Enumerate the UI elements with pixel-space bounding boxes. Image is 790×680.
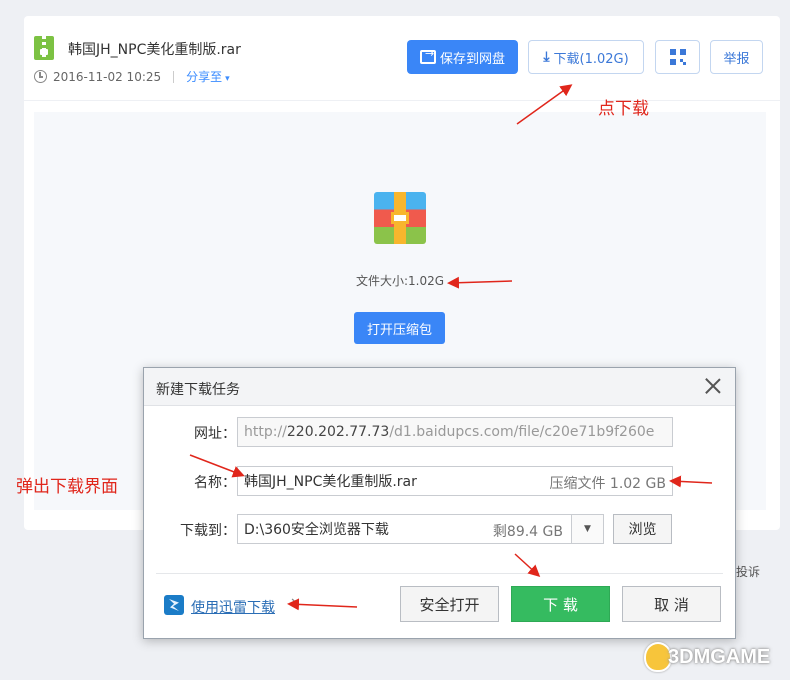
chevron-down-icon: ▾	[225, 74, 230, 84]
url-field[interactable]: http://220.202.77.73/d1.baidupcs.com/fil…	[237, 417, 673, 447]
file-date: 2016-11-02 10:25	[53, 69, 162, 84]
filename-value: 韩国JH_NPC美化重制版.rar	[244, 474, 417, 490]
download-button-label: 下载(1.02G)	[553, 51, 629, 67]
share-dropdown[interactable]: 分享至 ▾	[186, 68, 230, 85]
qrcode-icon	[669, 49, 686, 65]
dialog-download-button[interactable]: 下 载	[511, 586, 610, 622]
download-button[interactable]: ⤓ 下载(1.02G)	[528, 40, 644, 74]
file-name: 韩国JH_NPC美化重制版.rar	[68, 42, 241, 58]
url-host: 220.202.77.73	[286, 424, 390, 440]
url-path: /d1.baidupcs.com/file/c20e71b9f260e	[389, 424, 655, 440]
use-xunlei-link[interactable]: 使用迅雷下载	[191, 597, 275, 617]
name-label: 名称：	[194, 475, 236, 491]
chevron-down-icon[interactable]: ▼	[571, 515, 603, 543]
dialog-titlebar: 新建下载任务	[144, 368, 735, 406]
clock-icon	[34, 70, 47, 83]
url-label: 网址：	[194, 426, 236, 442]
dismiss-xunlei-icon[interactable]: ✕	[290, 596, 301, 611]
archive-file-icon	[374, 192, 426, 244]
save-icon	[419, 47, 436, 64]
open-archive-button[interactable]: 打开压缩包	[354, 312, 445, 344]
file-size-label: 文件大小:1.02G	[356, 274, 445, 288]
filename-field[interactable]: 韩国JH_NPC美化重制版.rar 压缩文件 1.02 GB	[237, 466, 673, 496]
download-icon: ⤓	[543, 49, 550, 65]
xunlei-icon	[164, 595, 184, 615]
save-to-netdisk-button[interactable]: 保存到网盘	[407, 40, 518, 74]
report-button[interactable]: 举报	[710, 40, 763, 74]
free-space-label: 剩89.4 GB	[492, 524, 563, 540]
complaint-link[interactable]: 投诉	[736, 563, 760, 580]
file-meta: 2016-11-02 10:25 分享至 ▾	[34, 68, 230, 85]
save-path-value: D:\360安全浏览器下载	[244, 522, 389, 538]
annotation-click-download: 点下载	[598, 99, 649, 119]
dialog-divider	[156, 573, 723, 574]
dialog-title: 新建下载任务	[156, 382, 240, 398]
watermark: 3DMGAME	[668, 646, 771, 668]
qrcode-button[interactable]	[655, 40, 700, 74]
close-icon[interactable]	[701, 374, 725, 398]
url-prefix: http://	[244, 424, 287, 440]
filename-type-size: 压缩文件 1.02 GB	[549, 476, 666, 492]
save-path-select[interactable]: D:\360安全浏览器下载 剩89.4 GB ▼	[237, 514, 604, 544]
zip-file-icon	[34, 36, 54, 60]
save-button-label: 保存到网盘	[439, 51, 505, 67]
report-button-label: 举报	[723, 51, 750, 67]
share-label: 分享至	[186, 70, 223, 84]
meta-divider	[173, 70, 175, 83]
safe-open-button[interactable]: 安全打开	[400, 586, 499, 622]
new-download-dialog: 新建下载任务 网址： http://220.202.77.73/d1.baidu…	[143, 367, 736, 639]
annotation-popup-dialog: 弹出下载界面	[16, 477, 118, 497]
save-path-label: 下载到：	[180, 523, 236, 539]
cancel-button[interactable]: 取 消	[622, 586, 721, 622]
browse-button[interactable]: 浏览	[613, 514, 672, 544]
header-divider	[24, 100, 780, 101]
